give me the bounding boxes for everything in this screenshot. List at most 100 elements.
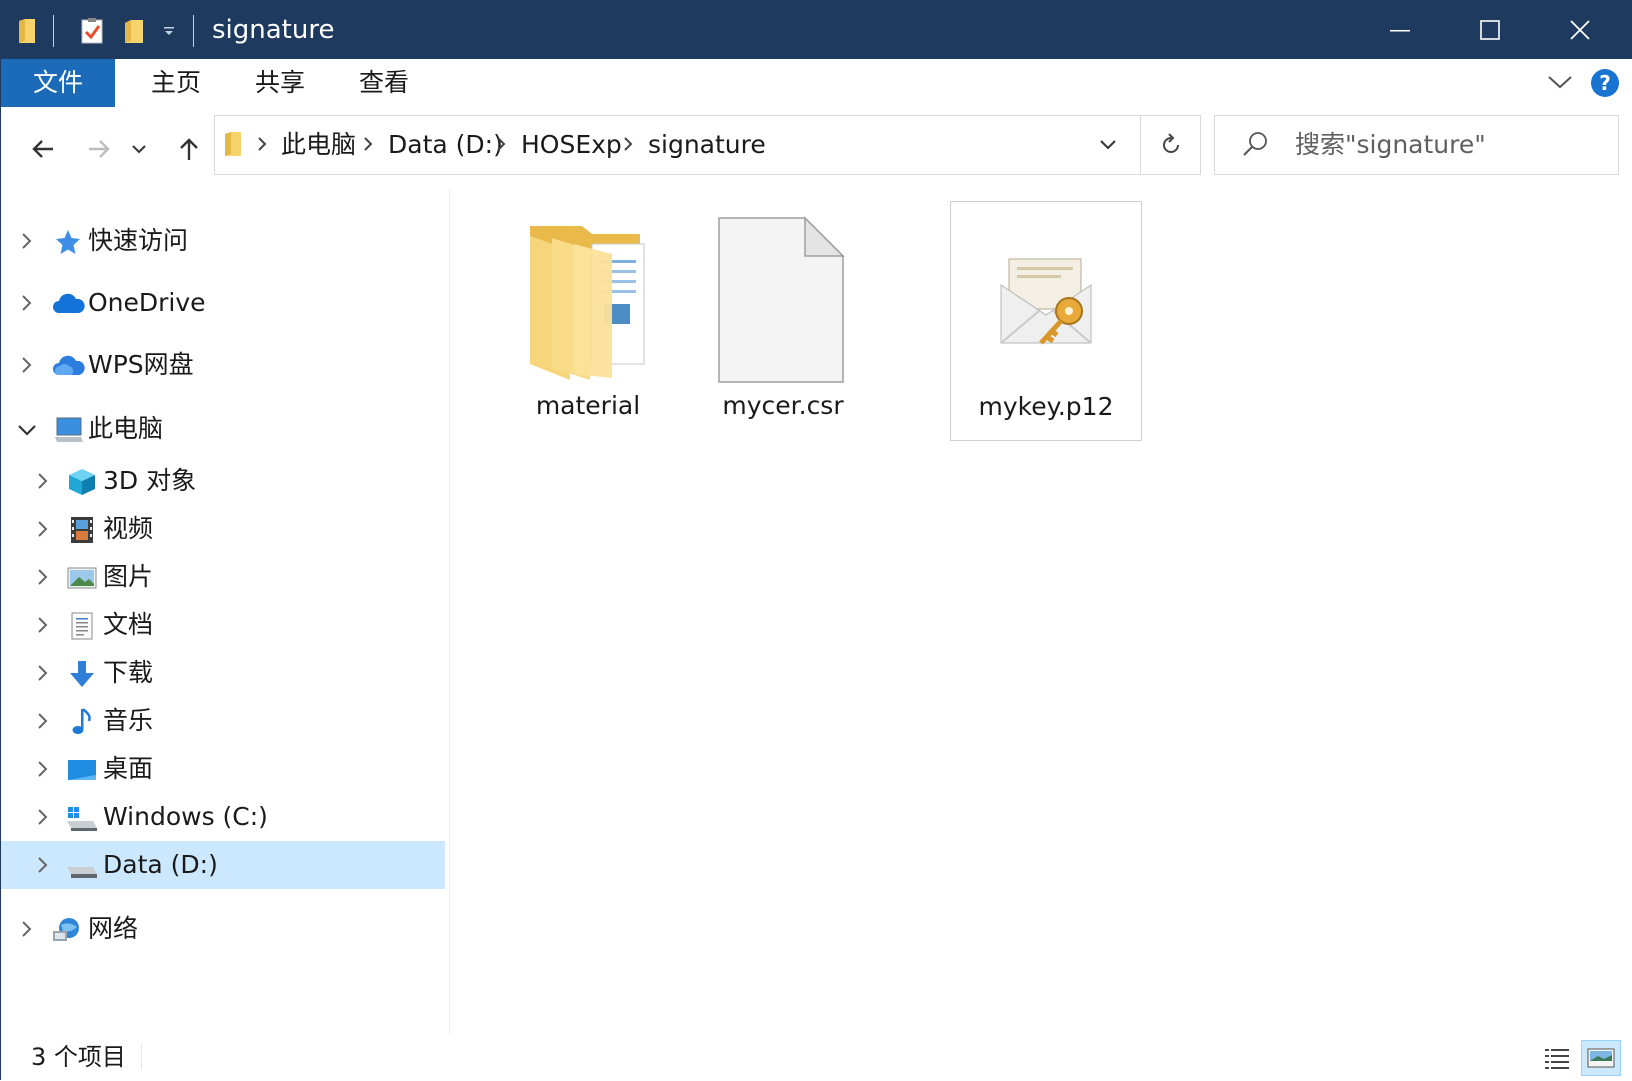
nav-label: Windows (C:) bbox=[103, 802, 268, 831]
nav-item-documents[interactable]: 文档 bbox=[1, 601, 445, 649]
large-icons-view-button[interactable] bbox=[1581, 1040, 1621, 1076]
help-button[interactable]: ? bbox=[1591, 69, 1619, 97]
nav-item-3d-objects[interactable]: 3D 对象 bbox=[1, 457, 445, 505]
nav-item-this-pc[interactable]: 此电脑 bbox=[1, 405, 445, 453]
chevron-right-icon bbox=[363, 136, 373, 156]
large-icons-view-icon bbox=[1587, 1048, 1615, 1068]
nav-item-quick-access[interactable]: 快速访问 bbox=[1, 217, 445, 265]
nav-item-wps-drive[interactable]: WPS网盘 bbox=[1, 341, 445, 389]
nav-item-pictures[interactable]: 图片 bbox=[1, 553, 445, 601]
search-box[interactable]: 搜索"signature" bbox=[1214, 115, 1619, 175]
chevron-right-icon[interactable] bbox=[21, 231, 33, 255]
nav-item-downloads[interactable]: 下载 bbox=[1, 649, 445, 697]
details-view-button[interactable] bbox=[1537, 1040, 1577, 1076]
chevron-right-icon[interactable] bbox=[21, 355, 33, 379]
chevron-right-icon[interactable] bbox=[37, 855, 49, 879]
nav-item-videos[interactable]: 视频 bbox=[1, 505, 445, 553]
network-icon bbox=[51, 915, 85, 945]
breadcrumb-hosexp[interactable]: HOSExp bbox=[521, 116, 622, 174]
refresh-icon bbox=[1163, 133, 1179, 153]
film-icon bbox=[69, 515, 99, 545]
properties-icon[interactable] bbox=[77, 16, 107, 46]
address-history-button[interactable] bbox=[1078, 116, 1138, 174]
nav-label: 图片 bbox=[103, 562, 154, 591]
nav-item-music[interactable]: 音乐 bbox=[1, 697, 445, 745]
item-count: 3 个项目 bbox=[31, 1043, 126, 1071]
recent-locations-button[interactable] bbox=[127, 131, 151, 167]
star-icon bbox=[53, 227, 83, 257]
up-button[interactable] bbox=[169, 131, 209, 167]
chevron-right-icon[interactable] bbox=[37, 711, 49, 735]
nav-label: 此电脑 bbox=[88, 414, 164, 443]
chevron-right-icon[interactable] bbox=[37, 567, 49, 591]
tab-file[interactable]: 文件 bbox=[1, 59, 115, 107]
minimize-button[interactable] bbox=[1355, 1, 1445, 59]
ribbon-tabs: 文件 主页 共享 查看 ? bbox=[1, 59, 1632, 110]
folder-icon bbox=[492, 211, 682, 387]
nav-label: 快速访问 bbox=[88, 226, 189, 255]
music-note-icon bbox=[69, 707, 99, 737]
chevron-right-icon[interactable] bbox=[21, 293, 33, 317]
nav-item-onedrive[interactable]: OneDrive bbox=[1, 279, 445, 327]
chevron-right-icon[interactable] bbox=[37, 519, 49, 543]
tab-view[interactable]: 查看 bbox=[339, 59, 429, 107]
nav-label: 视频 bbox=[103, 514, 154, 543]
chevron-right-icon[interactable] bbox=[21, 919, 33, 943]
cube-icon bbox=[67, 467, 97, 497]
nav-item-network[interactable]: 网络 bbox=[1, 905, 445, 953]
chevron-down-icon bbox=[132, 145, 146, 154]
chevron-right-icon[interactable] bbox=[37, 615, 49, 639]
navigation-pane: 快速访问 OneDrive WPS网盘 此电脑 3D 对象 视频 图片 文档 下… bbox=[1, 189, 449, 1034]
download-arrow-icon bbox=[67, 659, 97, 689]
minimize-icon bbox=[1390, 30, 1410, 32]
breadcrumb-data-drive[interactable]: Data (D:) bbox=[388, 116, 503, 174]
chevron-down-icon[interactable] bbox=[17, 423, 37, 442]
back-button[interactable] bbox=[23, 131, 63, 167]
nav-label: 音乐 bbox=[103, 706, 154, 735]
picture-icon bbox=[67, 563, 97, 593]
chevron-right-icon[interactable] bbox=[37, 663, 49, 687]
forward-button[interactable] bbox=[79, 131, 119, 167]
close-icon bbox=[1570, 20, 1590, 40]
cloud-icon bbox=[51, 289, 85, 319]
breadcrumb-this-pc[interactable]: 此电脑 bbox=[281, 116, 356, 174]
file-name: material bbox=[535, 391, 641, 420]
file-item[interactable]: material bbox=[492, 201, 684, 441]
chevron-right-icon bbox=[257, 136, 267, 156]
file-item[interactable]: mykey.p12 bbox=[950, 201, 1142, 441]
nav-item-data-drive[interactable]: Data (D:) bbox=[1, 841, 445, 889]
tab-share[interactable]: 共享 bbox=[235, 59, 325, 107]
refresh-button[interactable] bbox=[1140, 115, 1201, 175]
close-button[interactable] bbox=[1535, 1, 1625, 59]
nav-item-desktop[interactable]: 桌面 bbox=[1, 745, 445, 793]
new-folder-icon[interactable] bbox=[119, 16, 149, 46]
customize-dropdown-icon[interactable] bbox=[159, 16, 179, 46]
address-bar[interactable]: 此电脑 Data (D:) HOSExp signature bbox=[214, 115, 1201, 175]
certificate-key-icon bbox=[951, 212, 1141, 388]
maximize-button[interactable] bbox=[1445, 1, 1535, 59]
nav-label: Data (D:) bbox=[103, 850, 218, 879]
explorer-window: signature 文件 主页 共享 查看 ? 此电脑 Data (D:) HO… bbox=[0, 0, 1632, 1081]
folder-icon bbox=[223, 130, 243, 162]
search-icon bbox=[1241, 130, 1269, 162]
file-name: mycer.csr bbox=[722, 391, 844, 420]
windows-drive-icon bbox=[65, 803, 99, 833]
file-name: mykey.p12 bbox=[978, 392, 1114, 421]
chevron-right-icon[interactable] bbox=[37, 759, 49, 783]
breadcrumb-signature[interactable]: signature bbox=[648, 116, 766, 174]
desktop-icon bbox=[67, 755, 97, 785]
chevron-right-icon[interactable] bbox=[37, 807, 49, 831]
folder-icon[interactable] bbox=[15, 16, 39, 46]
blank-file-icon bbox=[687, 211, 877, 387]
chevron-right-icon bbox=[623, 136, 633, 156]
document-icon bbox=[69, 611, 99, 641]
file-list: material mycer.csr mykey.p12 bbox=[450, 189, 1632, 1034]
tab-home[interactable]: 主页 bbox=[131, 59, 221, 107]
file-item[interactable]: mycer.csr bbox=[687, 201, 879, 441]
chevron-down-icon bbox=[1548, 76, 1572, 89]
nav-label: 3D 对象 bbox=[103, 466, 197, 495]
cloud-icon bbox=[51, 351, 85, 381]
chevron-right-icon[interactable] bbox=[37, 471, 49, 495]
ribbon-expand-button[interactable] bbox=[1547, 73, 1573, 95]
nav-item-windows-drive[interactable]: Windows (C:) bbox=[1, 793, 445, 841]
